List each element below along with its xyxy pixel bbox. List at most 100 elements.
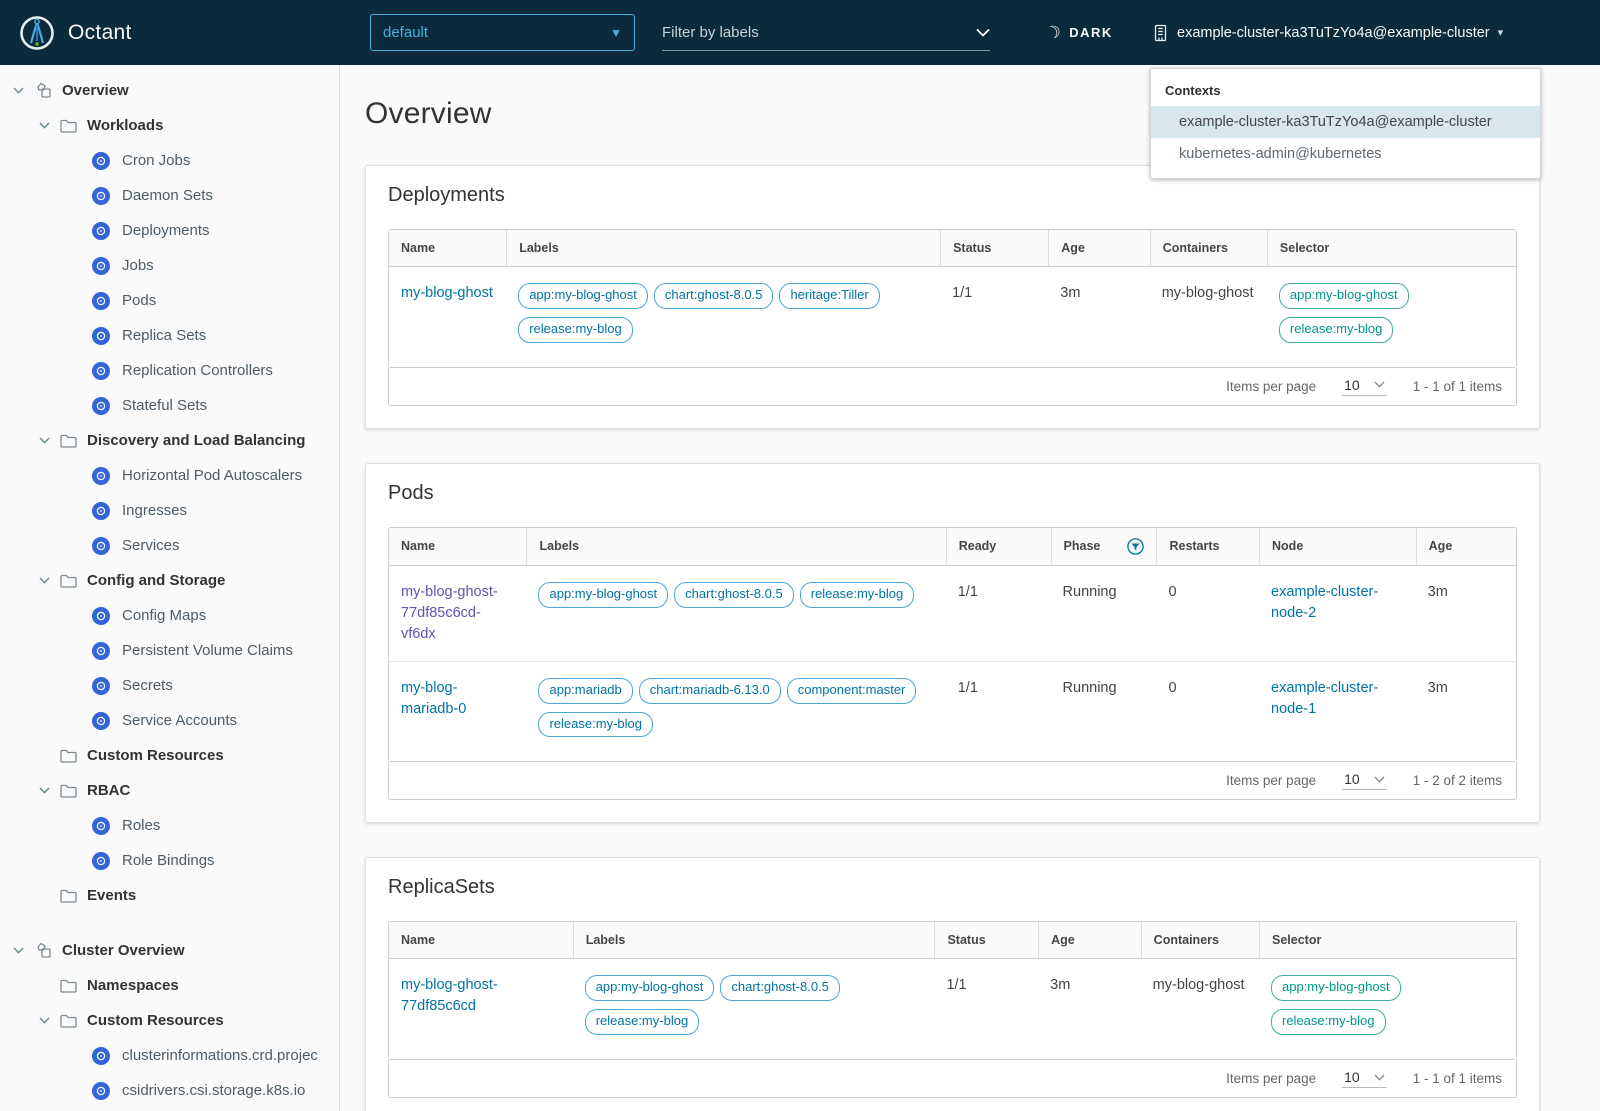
column-header: Selector <box>1266 230 1516 267</box>
label-filter-input[interactable] <box>662 23 942 41</box>
sidebar-item-cron-jobs[interactable]: Cron Jobs <box>0 143 339 178</box>
sidebar-item-pods[interactable]: Pods <box>0 283 339 318</box>
stateful-sets-icon <box>92 396 110 415</box>
sidebar-item-label: Service Accounts <box>122 712 238 729</box>
table-cell: my-blog-mariadb-0 <box>389 660 527 762</box>
sidebar-item-services[interactable]: Services <box>0 528 339 563</box>
sidebar-item-role-bindings[interactable]: Role Bindings <box>0 843 339 878</box>
theme-toggle-button[interactable]: ☽ DARK <box>1043 0 1113 65</box>
jobs-icon <box>92 256 110 275</box>
chevron-down-icon[interactable] <box>976 28 990 37</box>
sidebar-item-roles[interactable]: Roles <box>0 808 339 843</box>
chevron-down-icon[interactable] <box>12 87 24 94</box>
context-switcher[interactable]: example-cluster-ka3TuTzYo4a@example-clus… <box>1152 0 1503 65</box>
page-size-select[interactable]: 10 <box>1342 771 1387 791</box>
sidebar-item-custom-resources[interactable]: Custom Resources <box>0 738 339 773</box>
sidebar-item-cluster-overview[interactable]: Cluster Overview <box>0 933 339 968</box>
column-header: Containers <box>1149 230 1267 267</box>
app-title: Octant <box>68 20 132 44</box>
sidebar-item-namespaces[interactable]: Namespaces <box>0 968 339 1003</box>
resource-link[interactable]: my-blog-ghost-77df85c6cd <box>401 977 498 1014</box>
cell-text: 1/1 <box>957 583 978 600</box>
column-header: Age <box>1048 230 1150 267</box>
sidebar-item-horizontal-pod-autoscalers[interactable]: Horizontal Pod Autoscalers <box>0 458 339 493</box>
sidebar-item-label: Pods <box>122 292 157 309</box>
sidebar-item-config-and-storage[interactable]: Config and Storage <box>0 563 339 598</box>
cluster-icon <box>1154 24 1167 41</box>
sidebar-item-label: Persistent Volume Claims <box>122 642 293 659</box>
sidebar-item-label: Jobs <box>122 257 154 274</box>
resource-link[interactable]: example-cluster-node-1 <box>1271 680 1378 717</box>
sidebar-item-ingresses[interactable]: Ingresses <box>0 493 339 528</box>
table-cell: 1/1 <box>940 267 1049 367</box>
filter-icon[interactable] <box>1127 537 1145 555</box>
chevron-down-icon[interactable] <box>38 122 50 129</box>
column-header: Restarts <box>1156 527 1260 566</box>
sidebar-item-persistent-volume-claims[interactable]: Persistent Volume Claims <box>0 633 339 668</box>
sidebar-item-secrets[interactable]: Secrets <box>0 668 339 703</box>
label-chip-group: app:my-blog-ghostchart:ghost-8.0.5 releas… <box>584 975 846 1036</box>
card-title: Deployments <box>388 184 505 206</box>
label-chip: release:my-blog <box>538 711 653 738</box>
sidebar-item-label: Horizontal Pod Autoscalers <box>122 467 303 484</box>
page-size-value: 10 <box>1344 771 1360 788</box>
sidebar-item-stateful-sets[interactable]: Stateful Sets <box>0 388 339 423</box>
sidebar-item-deployments[interactable]: Deployments <box>0 213 339 248</box>
sidebar-item-discovery-and-load-balancing[interactable]: Discovery and Load Balancing <box>0 423 339 458</box>
column-header: Status <box>934 922 1039 960</box>
context-menu-item[interactable]: example-cluster-ka3TuTzYo4a@example-clus… <box>1151 106 1540 138</box>
table-cell: app:my-blog-ghostchart:ghost-8.0.5releas… <box>572 959 935 1060</box>
sidebar-item-label: Events <box>87 887 137 904</box>
sidebar-item-replica-sets[interactable]: Replica Sets <box>0 318 339 353</box>
table-cell: 1/1 <box>945 565 1051 661</box>
sidebar-item-csidrivers-csi-storage-k8s-io[interactable]: csidrivers.csi.storage.k8s.io <box>0 1073 339 1108</box>
column-header-label: Age <box>1428 539 1453 554</box>
chevron-down-icon[interactable] <box>38 437 50 444</box>
resource-link[interactable]: my-blog-ghost-77df85c6cd-vf6dx <box>401 584 498 642</box>
chevron-down-icon[interactable] <box>38 577 50 584</box>
pagination-footer: Items per page 10 1 - 1 of 1 items <box>388 367 1517 406</box>
folder-icon <box>60 979 77 993</box>
sidebar-item-clusterinformations-crd-projec[interactable]: clusterinformations.crd.projec <box>0 1038 339 1073</box>
table-cell: app:my-blog-ghostchart:ghost-8.0.5releas… <box>526 565 946 661</box>
cell-text: my-blog-ghost <box>1161 285 1254 301</box>
table-row: my-blog-mariadb-0 app:mariadb chart:mariad… <box>389 660 1516 762</box>
page-size-select[interactable]: 10 <box>1342 1069 1387 1089</box>
table-cell: my-blog-ghost-77df85c6cd <box>389 959 573 1060</box>
sidebar-item-daemon-sets[interactable]: Daemon Sets <box>0 178 339 213</box>
table-cell: 0 <box>1156 565 1260 661</box>
sidebar-item-replication-controllers[interactable]: Replication Controllers <box>0 353 339 388</box>
sidebar-item-events[interactable]: Events <box>0 878 339 913</box>
column-header-label: Age <box>1051 933 1075 948</box>
chevron-down-icon[interactable] <box>38 1017 50 1024</box>
sidebar-item-config-maps[interactable]: Config Maps <box>0 598 339 633</box>
resource-link[interactable]: example-cluster-node-2 <box>1271 584 1378 621</box>
sidebar-item-label: Role Bindings <box>122 852 215 869</box>
table-cell: my-blog-ghost <box>389 267 507 367</box>
sidebar-item-overview[interactable]: Overview <box>0 73 339 108</box>
card-title: ReplicaSets <box>388 876 495 899</box>
brand: Octant <box>18 0 132 65</box>
sidebar-item-custom-resources[interactable]: Custom Resources <box>0 1003 339 1038</box>
chevron-down-icon[interactable] <box>38 787 50 794</box>
table-cell: Running <box>1050 565 1157 661</box>
namespace-select[interactable]: default ▼ <box>370 14 635 51</box>
sidebar-item-workloads[interactable]: Workloads <box>0 108 339 143</box>
chevron-down-icon[interactable] <box>12 947 24 954</box>
sidebar-item-label: Overview <box>62 82 129 99</box>
resource-link[interactable]: my-blog-ghost <box>401 285 493 301</box>
chevron-down-icon <box>1374 381 1385 388</box>
sidebar-item-jobs[interactable]: Jobs <box>0 248 339 283</box>
context-menu-item[interactable]: kubernetes-admin@kubernetes <box>1151 138 1540 170</box>
label-filter <box>662 14 990 51</box>
resource-link[interactable]: my-blog-mariadb-0 <box>401 680 466 717</box>
page-size-select[interactable]: 10 <box>1342 377 1387 396</box>
column-header: Phase <box>1050 527 1157 566</box>
sidebar-item-label: Secrets <box>122 677 173 694</box>
data-grid: Name Labels Status Age Containers Selector my-… <box>388 229 1517 368</box>
label-chip: chart:ghost-8.0.5 <box>674 581 794 608</box>
sidebar-item-service-accounts[interactable]: Service Accounts <box>0 703 339 738</box>
main-content: Overview Deployments Name Labels Status Age C… <box>340 65 1600 1111</box>
cell-text: 3m <box>1050 977 1071 994</box>
sidebar-item-rbac[interactable]: RBAC <box>0 773 339 808</box>
